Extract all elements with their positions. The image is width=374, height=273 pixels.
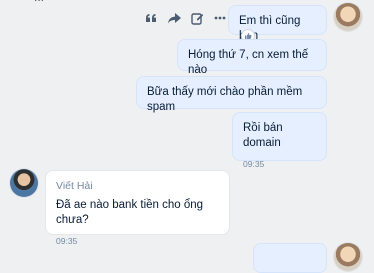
message-bubble-sent[interactable]: Bữa thấy mới chào phần mềm spam (136, 76, 327, 113)
message-action-toolbar (144, 11, 227, 25)
more-icon[interactable] (213, 11, 227, 25)
sender-avatar[interactable] (10, 169, 38, 197)
quote-icon[interactable] (144, 11, 158, 25)
message-time: 09:35 (56, 236, 78, 246)
sender-name: Viết Hải (56, 180, 93, 192)
my-avatar[interactable] (334, 243, 362, 271)
message-time: 09:35 (243, 159, 265, 169)
message-text: Bữa thấy mới chào phần mềm spam (147, 86, 303, 113)
message-text: Đã ae nào bank tiền cho ổng chưa? (56, 199, 204, 226)
my-avatar[interactable] (334, 3, 362, 31)
message-bubble-sent[interactable] (253, 243, 327, 273)
message-bubble-sent[interactable]: Rồi bán domain 09:35 (232, 112, 327, 169)
message-bubble-received[interactable]: Viết Hải Đã ae nào bank tiền cho ổng chư… (45, 170, 230, 246)
message-text: Hóng thứ 7, cn xem thế nào (188, 49, 309, 76)
edit-icon[interactable] (190, 11, 204, 25)
message-fragment: ... (34, 0, 44, 4)
message-bubble-sent[interactable]: Hóng thứ 7, cn xem thế nào (177, 39, 327, 76)
message-text: Rồi bán domain (243, 122, 283, 149)
share-icon[interactable] (167, 11, 181, 25)
